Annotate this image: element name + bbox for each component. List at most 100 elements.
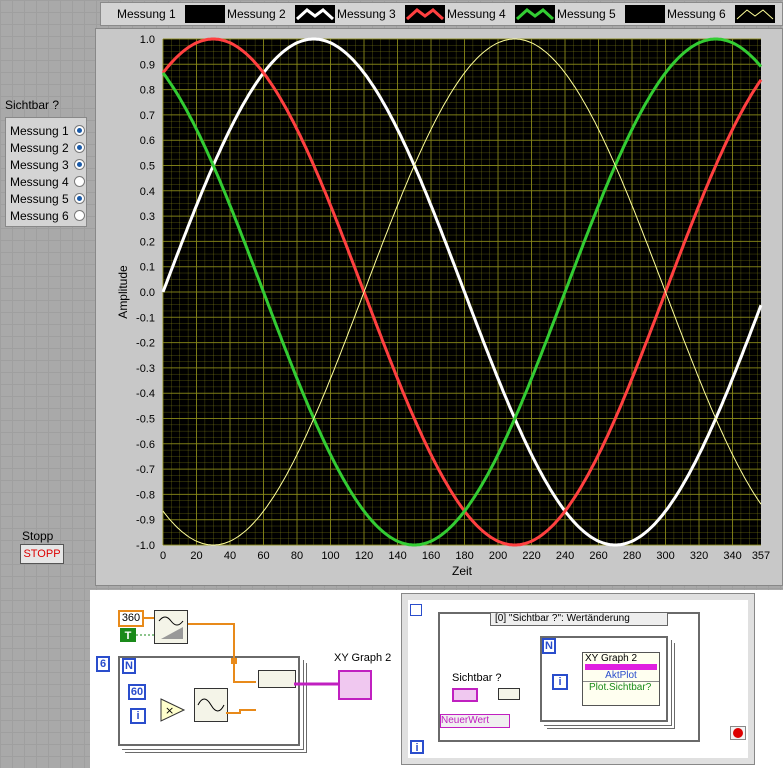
plot-legend: Messung 1 Messung 2 Messung 3 Messung 4 Mess… (100, 2, 783, 26)
y-tick-label: -0.3 (136, 363, 155, 375)
x-tick-label: 80 (291, 550, 303, 562)
while-loop: [0] "Sichtbar ?": Wertänderung Sichtbar … (401, 593, 755, 765)
block-diagram: 360 T 6 N 60 i × XY Graph 2 [0] "Sichtba… (90, 590, 783, 768)
visibility-toggle[interactable] (74, 210, 85, 221)
prop-node-title: XY Graph 2 (585, 653, 638, 664)
x-tick-label: 340 (723, 550, 741, 562)
y-tick-label: -0.7 (136, 464, 155, 476)
y-tick-label: -0.4 (136, 388, 155, 400)
x-tick-label: 200 (489, 550, 507, 562)
event-structure: [0] "Sichtbar ?": Wertänderung Sichtbar … (438, 612, 700, 742)
y-tick-label: 0.4 (140, 186, 155, 198)
y-tick-label: -0.9 (136, 515, 155, 527)
legend-swatch (735, 5, 775, 23)
visibility-toggle[interactable] (74, 176, 85, 187)
y-tick-label: -0.8 (136, 489, 155, 501)
legend-swatch (185, 5, 225, 23)
stop-condition (730, 726, 746, 740)
y-tick-label: -1.0 (136, 540, 155, 552)
x-tick-label: 357 (752, 550, 770, 562)
y-tick-label: -0.1 (136, 312, 155, 324)
legend-item[interactable]: Messung 4 (435, 3, 506, 25)
x-tick-label: 160 (422, 550, 440, 562)
property-node[interactable]: XY Graph 2 AktPlot Plot.Sichtbar? (582, 652, 660, 706)
legend-item[interactable]: Messung 2 (215, 3, 286, 25)
y-tick-label: 0.5 (140, 161, 155, 173)
x-tick-label: 180 (455, 550, 473, 562)
legend-label: Messung 1 (117, 7, 176, 21)
timeout-terminal (410, 604, 422, 616)
visibility-item[interactable]: Messung 5 (10, 190, 88, 207)
y-tick-label: 0.2 (140, 236, 155, 248)
visibility-item[interactable]: Messung 4 (10, 173, 88, 190)
while-iter-i: i (410, 740, 424, 754)
visibility-item[interactable]: Messung 1 (10, 122, 88, 139)
visibility-toggle[interactable] (74, 193, 85, 204)
legend-label: Messung 2 (227, 7, 286, 21)
sichtbar-terminal[interactable] (452, 688, 478, 702)
y-tick-label: 0.6 (140, 135, 155, 147)
event-case-selector[interactable]: [0] "Sichtbar ?": Wertänderung (490, 612, 668, 626)
legend-label: Messung 3 (337, 7, 396, 21)
y-tick-label: -0.2 (136, 338, 155, 350)
y-tick-label: 0.9 (140, 59, 155, 71)
y-tick-label: 0.3 (140, 211, 155, 223)
x-tick-label: 140 (388, 550, 406, 562)
visibility-item-label: Messung 6 (10, 208, 69, 223)
legend-item[interactable]: Messung 6 (655, 3, 726, 25)
visibility-item-label: Messung 5 (10, 191, 69, 206)
loop-count-n-2: N (542, 638, 556, 654)
visibility-toggle[interactable] (74, 125, 85, 136)
legend-swatch (405, 5, 445, 23)
legend-swatch (625, 5, 665, 23)
x-tick-label: 240 (556, 550, 574, 562)
prop-aktplot: AktPlot (583, 670, 659, 682)
y-tick-label: -0.6 (136, 439, 155, 451)
visibility-item[interactable]: Messung 2 (10, 139, 88, 156)
visibility-toggle[interactable] (74, 159, 85, 170)
y-tick-label: 1.0 (140, 34, 155, 46)
x-tick-label: 280 (623, 550, 641, 562)
legend-item[interactable]: Messung 5 (545, 3, 616, 25)
x-tick-label: 300 (656, 550, 674, 562)
x-tick-label: 260 (589, 550, 607, 562)
x-tick-label: 20 (190, 550, 202, 562)
for-loop-2: N i XY Graph 2 AktPlot Plot.Sichtbar? (540, 636, 668, 722)
stop-button[interactable]: STOPP (20, 544, 64, 564)
visibility-title: Sichtbar ? (5, 98, 60, 112)
x-tick-label: 220 (522, 550, 540, 562)
visibility-item-label: Messung 1 (10, 123, 69, 138)
x-axis-label: Zeit (452, 564, 473, 578)
visibility-item-label: Messung 4 (10, 174, 69, 189)
y-tick-label: 0.7 (140, 110, 155, 122)
x-tick-label: 40 (224, 550, 236, 562)
legend-swatch (295, 5, 335, 23)
legend-item[interactable]: Messung 1 (105, 3, 176, 25)
visibility-item[interactable]: Messung 3 (10, 156, 88, 173)
legend-label: Messung 4 (447, 7, 506, 21)
y-tick-label: -0.5 (136, 414, 155, 426)
visibility-toggle[interactable] (74, 142, 85, 153)
graph-svg: 1.0 0.9 0.8 0.7 0.6 0.5 0.4 0.3 0.2 0.1 0.0 -0.1 -0.… (116, 34, 770, 578)
iter-i-2: i (552, 674, 568, 690)
x-tick-label: 120 (355, 550, 373, 562)
y-tick-label: 0.8 (140, 85, 155, 97)
neuer-wert-node: NeuerWert (440, 714, 510, 728)
event-source-label: Sichtbar ? (452, 672, 502, 684)
x-tick-label: 100 (321, 550, 339, 562)
legend-item[interactable]: Messung 3 (325, 3, 396, 25)
legend-label: Messung 5 (557, 7, 616, 21)
wires-left (136, 617, 338, 714)
y-tick-label: 0.1 (140, 262, 155, 274)
visibility-panel: Messung 1 Messung 2 Messung 3 Messung 4 Mess… (5, 117, 87, 227)
visibility-item-label: Messung 3 (10, 157, 69, 172)
y-axis-label: Amplitude (116, 265, 130, 319)
visibility-item[interactable]: Messung 6 (10, 207, 88, 224)
index-array-node[interactable] (498, 688, 520, 700)
legend-label: Messung 6 (667, 7, 726, 21)
stop-sign-icon (733, 728, 743, 738)
x-tick-label: 60 (257, 550, 269, 562)
legend-swatch (515, 5, 555, 23)
x-tick-label: 0 (160, 550, 166, 562)
xy-graph: 1.0 0.9 0.8 0.7 0.6 0.5 0.4 0.3 0.2 0.1 0.0 -0.1 -0.… (95, 28, 783, 586)
